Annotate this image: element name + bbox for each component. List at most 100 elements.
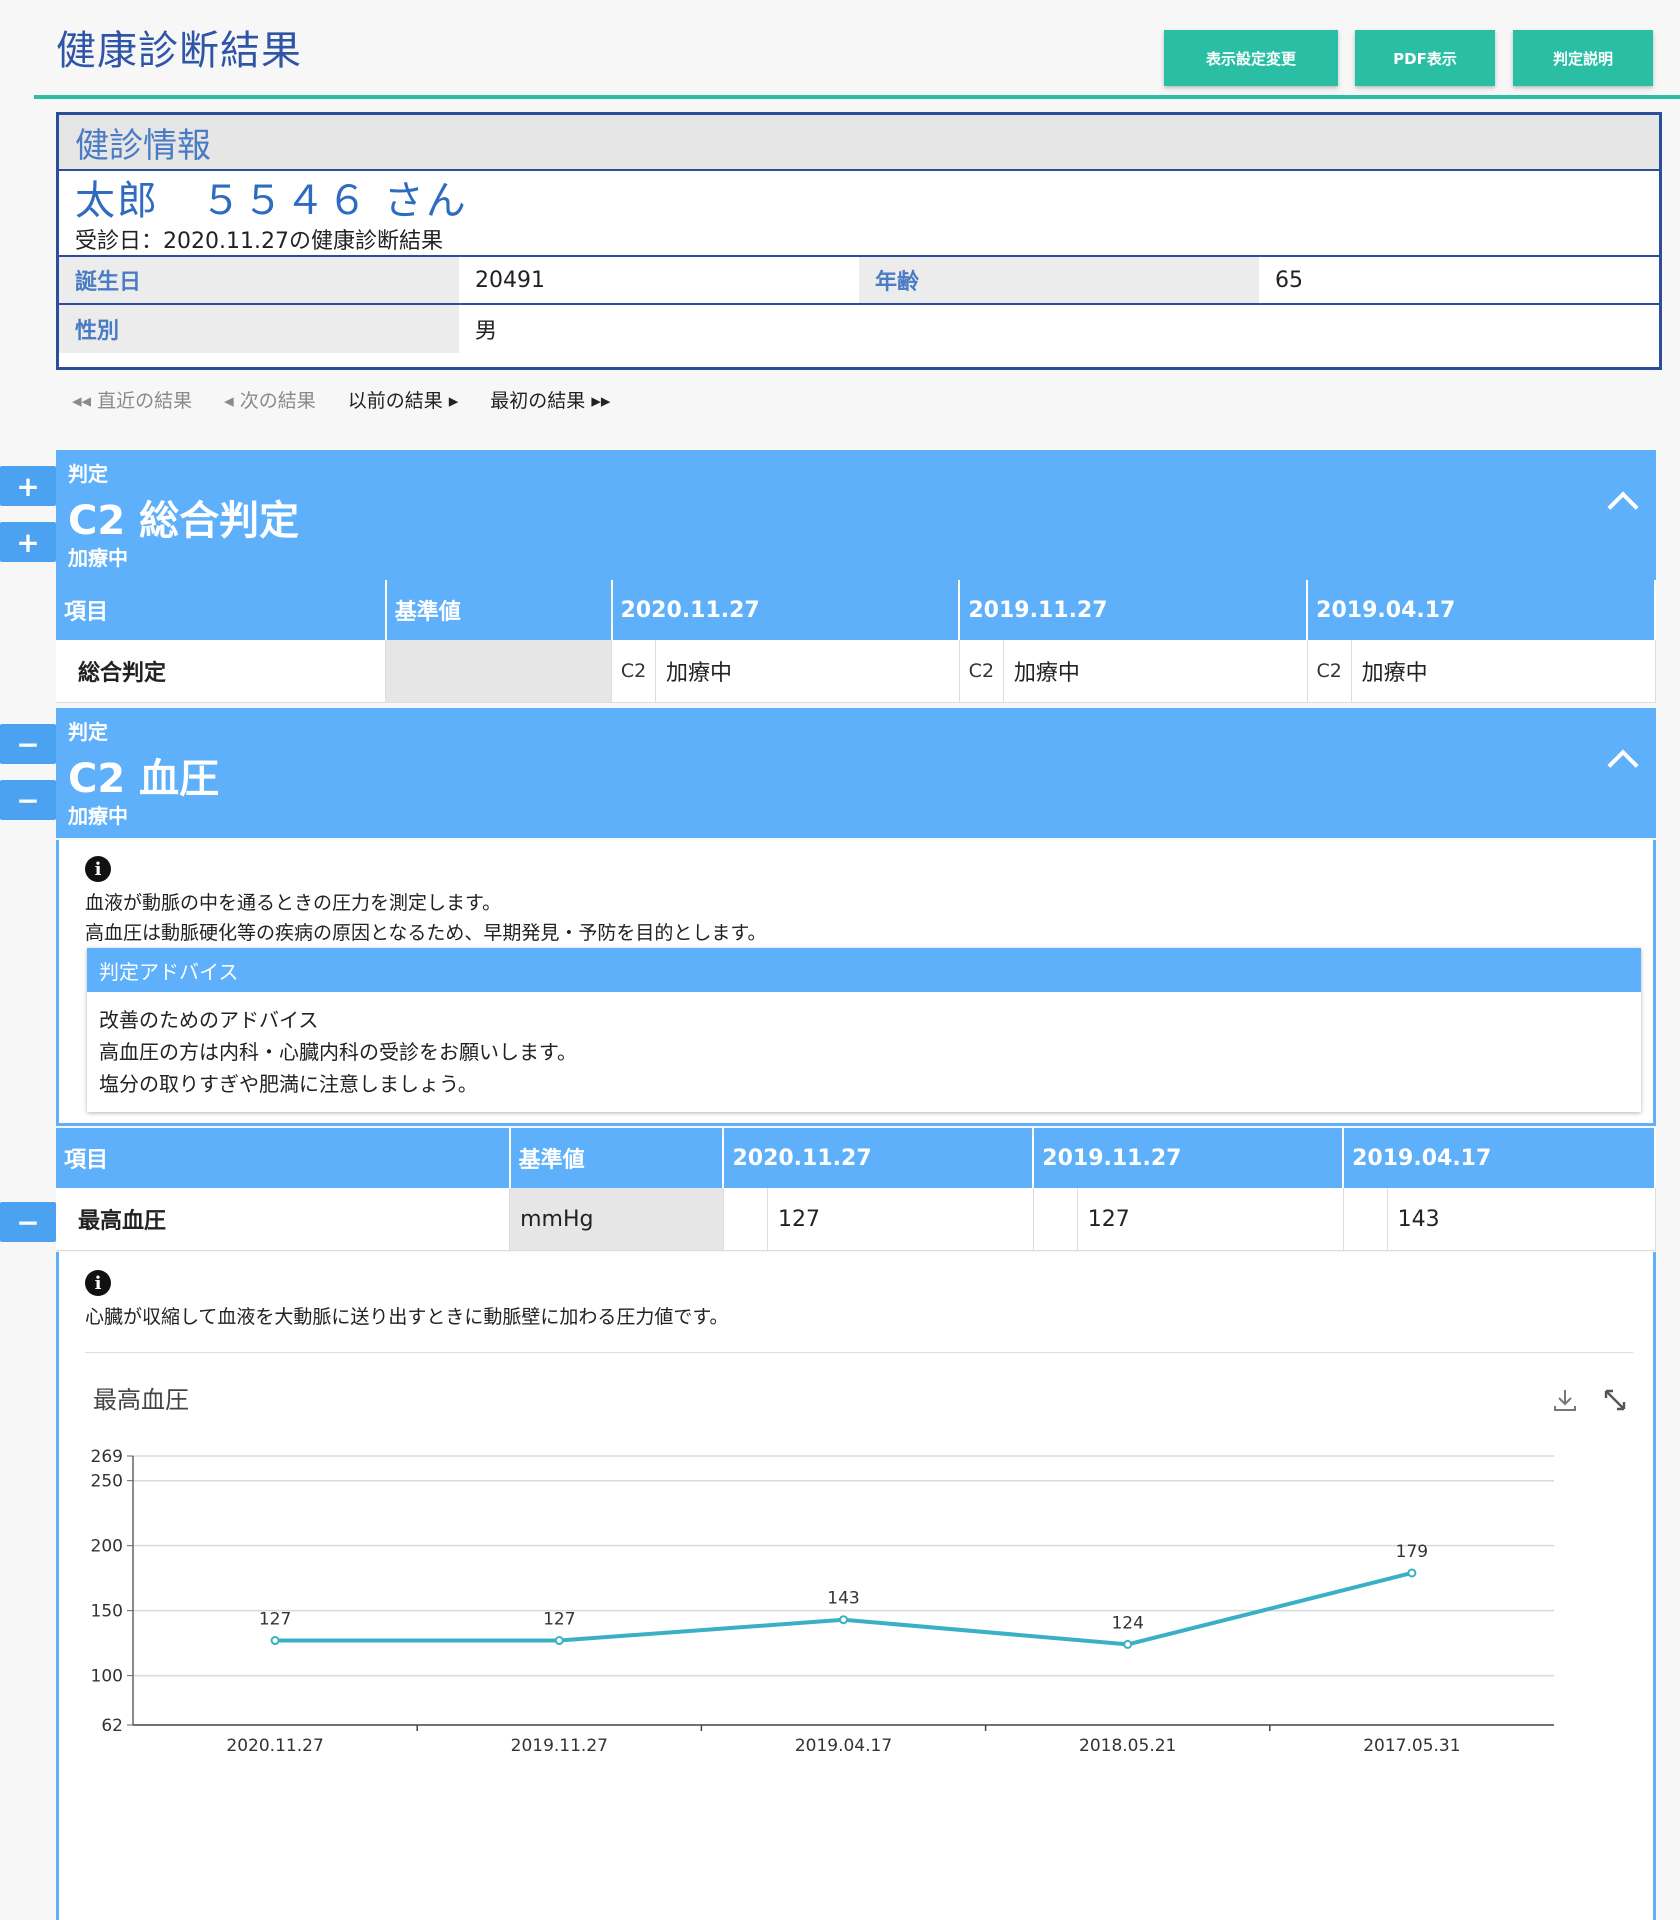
collapse-all-button[interactable]: − [0, 724, 56, 764]
result-value: 143 [1397, 1206, 1440, 1232]
age-label: 年齢 [859, 257, 1259, 303]
patient-name: 太郎 ５５４６ さん [75, 178, 468, 224]
overall-judgment-title: C2 総合判定 [68, 498, 300, 544]
x-tick-label: 2019.11.27 [511, 1736, 608, 1756]
divider [85, 1352, 1633, 1353]
judgment-explanation-button[interactable]: 判定説明 [1513, 30, 1653, 86]
bp-description-panel: i 血液が動脈の中を通るときの圧力を測定します。 高血圧は動脈硬化等の疾病の原因… [56, 840, 1656, 1126]
advice-line: 改善のためのアドバイス [99, 1007, 319, 1032]
item-name: 総合判定 [56, 640, 387, 703]
info-row-birthday-age: 誕生日 20491 年齢 65 [59, 257, 1659, 305]
bp-results-table: 項目 基準値 2020.11.27 2019.11.27 2019.04.17 … [56, 1128, 1656, 1251]
expand-section-button[interactable]: + [0, 522, 56, 562]
result-cell: C2 加療中 [611, 640, 960, 703]
advice-line: 塩分の取りすぎや肥満に注意しましょう。 [99, 1071, 478, 1096]
bp-description-line: 高血圧は動脈硬化等の疾病の原因となるため、早期発見・予防を目的とします。 [85, 922, 767, 944]
expand-all-button[interactable]: + [0, 466, 56, 506]
page: 健康診断結果 表示設定変更 PDF表示 判定説明 健診情報 太郎 ５５４６ さん… [0, 0, 1680, 1920]
first-result-link[interactable]: 最初の結果 ▸▸ [490, 386, 610, 413]
download-icon[interactable] [1551, 1386, 1579, 1414]
y-tick-label: 250 [91, 1472, 123, 1492]
judgment-code: C2 [1308, 640, 1352, 702]
birthday-value: 20491 [475, 267, 545, 293]
data-point [1407, 1568, 1417, 1578]
y-tick-label: 150 [91, 1602, 123, 1622]
info-row-sex: 性別 男 [59, 305, 1659, 353]
column-header: 2019.04.17 [1307, 580, 1656, 640]
exam-info-card: 健診情報 太郎 ５５４６ さん 受診日：2020.11.27の健康診断結果 誕生… [56, 112, 1662, 370]
bp-line-chart: 62 100 150 200 250 269 2020.11.27 2019.11.27 201… [91, 1447, 1554, 1756]
advice-heading: 判定アドバイス [87, 948, 1641, 992]
previous-result-link[interactable]: 以前の結果 ▸ [348, 386, 459, 413]
data-label: 179 [1396, 1542, 1428, 1562]
overall-judgment-status: 加療中 [68, 546, 128, 570]
x-tick-label: 2018.05.21 [1079, 1736, 1176, 1756]
result-value: 加療中 [1013, 661, 1080, 686]
table-row: 総合判定 C2 加療中 C2 加療中 C2 加療中 [56, 640, 1656, 703]
collapse-item-button[interactable]: − [0, 1202, 56, 1242]
judgment-code [1344, 1188, 1388, 1250]
page-title: 健康診断結果 [56, 28, 302, 74]
fullscreen-icon[interactable] [1601, 1386, 1629, 1414]
y-tick-label: 269 [91, 1447, 123, 1467]
judgment-code [1034, 1188, 1078, 1250]
display-settings-button[interactable]: 表示設定変更 [1164, 30, 1338, 86]
overall-judgment-header[interactable]: 判定 C2 総合判定 加療中 [56, 450, 1656, 580]
overall-judgment-table: 項目 基準値 2020.11.27 2019.11.27 2019.04.17 … [56, 580, 1656, 703]
next-result-link[interactable]: ◂ 次の結果 [224, 386, 316, 413]
column-header: 2020.11.27 [611, 580, 961, 640]
standard-value [385, 640, 613, 703]
table-row: 最高血圧 mmHg 127 127 143 [56, 1188, 1656, 1251]
bp-judgment-header[interactable]: 判定 C2 血圧 加療中 [56, 708, 1656, 838]
table-header-row: 項目 基準値 2020.11.27 2019.11.27 2019.04.17 [56, 1128, 1656, 1188]
header-divider [34, 95, 1680, 99]
result-cell: C2 加療中 [1307, 640, 1656, 703]
result-cell: 127 [1033, 1188, 1344, 1251]
pdf-view-button[interactable]: PDF表示 [1355, 30, 1495, 86]
overall-judgment-label: 判定 [68, 462, 108, 486]
bp-judgment-title: C2 血圧 [68, 756, 220, 802]
x-tick-label: 2019.04.17 [795, 1736, 892, 1756]
bp-description-line: 血液が動脈の中を通るときの圧力を測定します。 [85, 892, 502, 914]
standard-value: mmHg [509, 1188, 724, 1251]
info-icon: i [85, 856, 111, 882]
advice-box: 判定アドバイス 改善のためのアドバイス 高血圧の方は内科・心臓内科の受診をお願い… [87, 948, 1641, 1112]
chevron-up-icon[interactable] [1607, 749, 1639, 781]
column-header: 2019.04.17 [1343, 1128, 1656, 1188]
column-header: 項目 [56, 1128, 511, 1188]
result-value: 127 [777, 1206, 820, 1232]
chevron-up-icon[interactable] [1607, 491, 1639, 523]
judgment-code: C2 [612, 640, 657, 702]
chart-title: 最高血圧 [93, 1386, 189, 1414]
column-header: 基準値 [385, 580, 613, 640]
birthday-label: 誕生日 [59, 257, 459, 303]
column-header: 項目 [56, 580, 387, 640]
y-tick-label: 62 [101, 1716, 123, 1736]
latest-result-link[interactable]: ◂◂ 直近の結果 [72, 386, 192, 413]
data-point [554, 1636, 564, 1646]
advice-line: 高血圧の方は内科・心臓内科の受診をお願いします。 [99, 1039, 577, 1064]
column-header: 2019.11.27 [959, 580, 1309, 640]
column-header: 2020.11.27 [723, 1128, 1035, 1188]
result-value: 127 [1087, 1206, 1130, 1232]
data-label: 127 [543, 1610, 575, 1630]
result-cell: 127 [723, 1188, 1034, 1251]
result-navigation: ◂◂ 直近の結果 ◂ 次の結果 以前の結果 ▸ 最初の結果 ▸▸ [72, 386, 610, 413]
sex-label: 性別 [59, 305, 459, 353]
exam-date: 受診日：2020.11.27の健康診断結果 [59, 223, 1659, 257]
column-header: 2019.11.27 [1033, 1128, 1345, 1188]
data-point [270, 1636, 280, 1646]
collapse-section-button[interactable]: − [0, 780, 56, 820]
result-cell: 143 [1343, 1188, 1656, 1251]
exam-info-heading: 健診情報 [59, 115, 1659, 171]
judgment-code [724, 1188, 768, 1250]
data-label: 143 [827, 1589, 859, 1609]
data-point [839, 1615, 848, 1625]
sex-value: 男 [475, 319, 498, 344]
bp-judgment-status: 加療中 [68, 804, 128, 828]
item-name: 最高血圧 [56, 1188, 511, 1251]
age-value: 65 [1275, 267, 1303, 293]
y-tick-label: 200 [91, 1537, 123, 1557]
data-label: 127 [259, 1610, 291, 1630]
y-tick-label: 100 [91, 1667, 123, 1687]
